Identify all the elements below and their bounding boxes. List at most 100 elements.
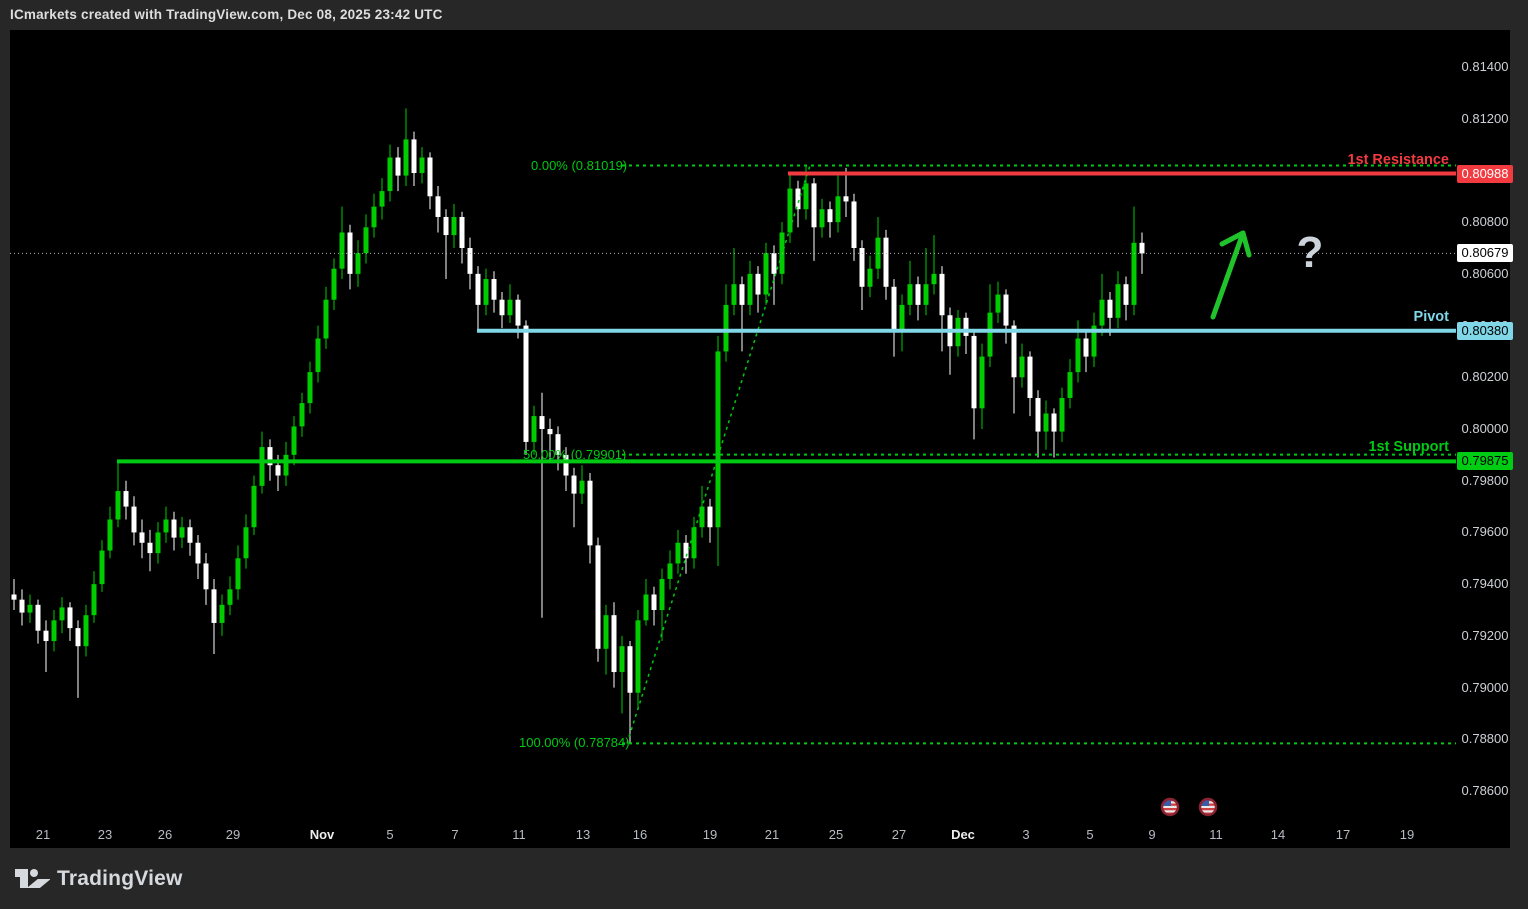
- candle-body: [524, 326, 529, 442]
- x-axis-label: Dec: [940, 827, 986, 843]
- y-axis-label: 0.80200: [1457, 368, 1513, 386]
- candle-body: [1060, 398, 1065, 432]
- candle-body: [940, 274, 945, 315]
- candle-body: [756, 274, 761, 295]
- fib-level-label: 50.00% (0.79901): [523, 447, 626, 463]
- x-axis-label: 13: [560, 827, 606, 843]
- candle-body: [132, 507, 137, 533]
- fib-level-label: 100.00% (0.78784): [519, 735, 630, 751]
- chart-canvas: [10, 30, 1510, 848]
- candle-body: [668, 563, 673, 579]
- candle-body: [1068, 372, 1073, 398]
- candlestick-chart[interactable]: [0, 0, 1528, 909]
- candle-body: [916, 284, 921, 305]
- candle-body: [844, 196, 849, 201]
- x-axis-label: 11: [496, 827, 542, 843]
- us-flag-event-icon[interactable]: [1200, 799, 1216, 815]
- candle-body: [452, 217, 457, 235]
- candle-body: [1108, 300, 1113, 318]
- candle-body: [924, 284, 929, 305]
- candle-body: [236, 558, 241, 589]
- us-flag-event-icon[interactable]: [1162, 799, 1178, 815]
- tradingview-logo-text: TradingView: [57, 867, 183, 891]
- candle-body: [868, 269, 873, 287]
- candle-body: [244, 527, 249, 558]
- candle-body: [604, 615, 609, 649]
- candle-body: [1020, 357, 1025, 378]
- candle-body: [460, 217, 465, 248]
- candle-body: [636, 620, 641, 692]
- candle-body: [500, 300, 505, 316]
- candle-body: [180, 527, 185, 537]
- candle-body: [540, 416, 545, 429]
- candle-body: [804, 183, 809, 209]
- y-axis-label: 0.78600: [1457, 782, 1513, 800]
- candle-body: [732, 284, 737, 305]
- candle-body: [828, 209, 833, 222]
- candle-body: [84, 615, 89, 646]
- candle-body: [580, 481, 585, 494]
- candle-body: [708, 507, 713, 528]
- candle-body: [908, 284, 913, 305]
- candle-body: [1076, 339, 1081, 373]
- candle-body: [12, 594, 17, 599]
- x-axis-label: 19: [687, 827, 733, 843]
- candle-body: [492, 279, 497, 300]
- tradingview-chart-page: ICmarkets created with TradingView.com, …: [0, 0, 1528, 909]
- x-axis-label: 27: [876, 827, 922, 843]
- level-label-1st-resistance: 1st Resistance: [1347, 152, 1449, 168]
- candle-body: [124, 491, 129, 507]
- candle-body: [412, 139, 417, 173]
- candle-body: [644, 594, 649, 620]
- level-label-1st-support: 1st Support: [1368, 439, 1449, 455]
- candle-body: [196, 543, 201, 564]
- candle-body: [308, 372, 313, 403]
- candle-body: [36, 605, 41, 631]
- candle-body: [812, 183, 817, 227]
- candle-body: [1124, 284, 1129, 305]
- candle-body: [156, 532, 161, 553]
- candle-body: [356, 253, 361, 274]
- candle-body: [532, 416, 537, 442]
- candle-body: [260, 447, 265, 486]
- tradingview-watermark[interactable]: TradingView: [14, 862, 183, 896]
- candle-body: [28, 605, 33, 613]
- candle-body: [164, 520, 169, 533]
- candle-body: [820, 209, 825, 227]
- candle-body: [572, 476, 577, 494]
- y-axis-label: 0.79600: [1457, 523, 1513, 541]
- candle-body: [52, 620, 57, 641]
- candle-body: [20, 600, 25, 613]
- candle-body: [1044, 413, 1049, 431]
- candle-body: [1100, 300, 1105, 326]
- candle-body: [836, 196, 841, 222]
- candle-body: [140, 532, 145, 542]
- y-axis-label: 0.80800: [1457, 213, 1513, 231]
- x-axis-label: 11: [1193, 827, 1239, 843]
- candle-body: [900, 305, 905, 331]
- candle-body: [516, 300, 521, 326]
- x-axis-label: Nov: [299, 827, 345, 843]
- candle-body: [420, 158, 425, 174]
- price-tag: 0.80679: [1457, 244, 1513, 262]
- y-axis-label: 0.79200: [1457, 627, 1513, 645]
- candle-body: [764, 253, 769, 294]
- candle-body: [172, 520, 177, 538]
- candle-body: [716, 351, 721, 527]
- x-axis-label: 17: [1320, 827, 1366, 843]
- y-axis-label: 0.81200: [1457, 110, 1513, 128]
- candle-body: [300, 403, 305, 426]
- candle-body: [788, 189, 793, 233]
- candle-body: [404, 139, 409, 175]
- candle-body: [964, 318, 969, 336]
- price-tag: 0.79875: [1457, 452, 1513, 470]
- candle-body: [1052, 413, 1057, 431]
- candle-body: [76, 628, 81, 646]
- candle-body: [388, 158, 393, 192]
- candle-body: [620, 646, 625, 672]
- candle-body: [972, 336, 977, 408]
- y-axis-label: 0.81400: [1457, 58, 1513, 76]
- x-axis-label: 25: [813, 827, 859, 843]
- candle-body: [372, 207, 377, 228]
- candle-body: [212, 589, 217, 623]
